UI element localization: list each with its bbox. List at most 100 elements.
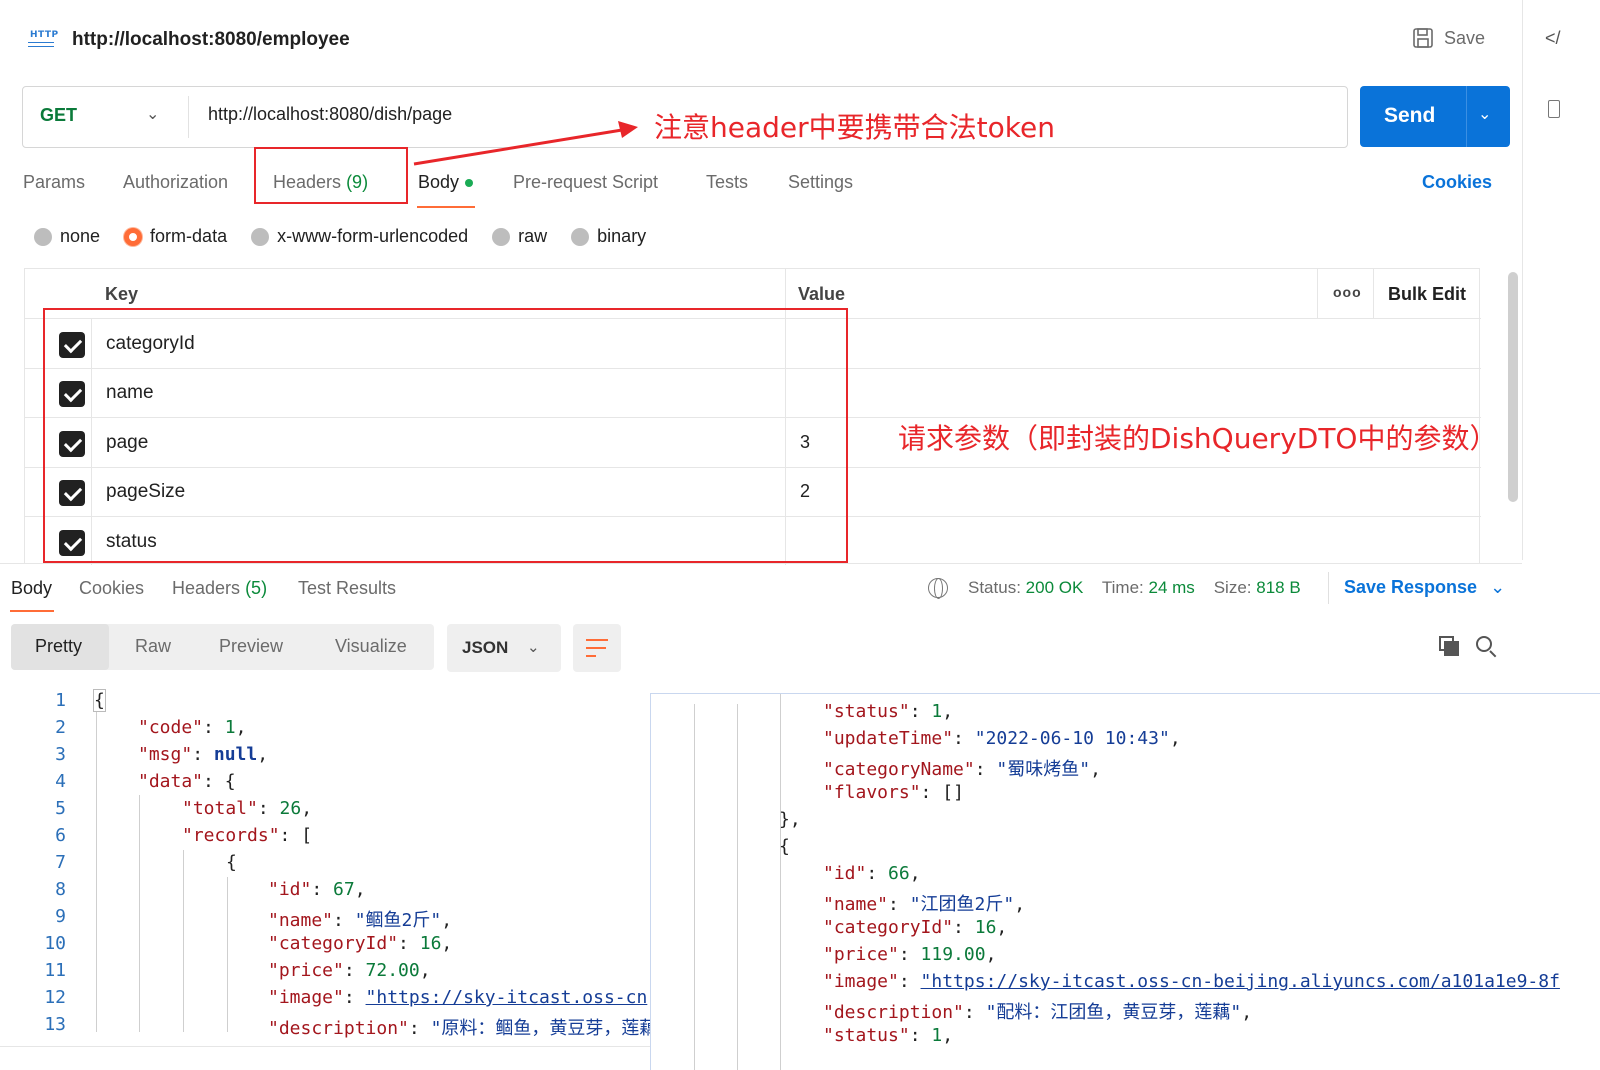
- view-pretty[interactable]: Pretty: [35, 636, 82, 657]
- documentation-icon[interactable]: [1548, 100, 1560, 118]
- url-separator: [188, 96, 189, 138]
- line-number: 12: [44, 987, 66, 1008]
- radio-form-data[interactable]: form-data: [124, 226, 227, 247]
- tab-authorization[interactable]: Authorization: [123, 172, 228, 193]
- size-value[interactable]: 818 B: [1256, 578, 1300, 597]
- wrap-lines-icon[interactable]: [573, 624, 621, 672]
- line-number: 3: [55, 744, 66, 765]
- code-line: "updateTime": "2022-06-10 10:43",: [823, 728, 1181, 749]
- response-divider: [0, 563, 1522, 564]
- code-line: "price": 119.00,: [823, 944, 997, 965]
- chevron-down-icon[interactable]: ⌄: [146, 104, 159, 124]
- save-icon: [1413, 28, 1433, 48]
- right-rail-divider: [1522, 0, 1523, 560]
- more-options-icon[interactable]: ooo: [1333, 284, 1362, 300]
- line-number: 13: [44, 1014, 66, 1035]
- line-number: 4: [55, 771, 66, 792]
- resp-tab-headers-label: Headers: [172, 578, 241, 598]
- code-line: "name": "江团鱼2斤",: [823, 894, 1026, 915]
- save-response-button[interactable]: Save Response ⌄: [1344, 577, 1505, 598]
- view-raw[interactable]: Raw: [135, 636, 171, 657]
- view-preview[interactable]: Preview: [219, 636, 283, 657]
- search-icon[interactable]: [1476, 636, 1497, 658]
- code-line: {: [226, 852, 237, 873]
- code-line: "description": "配料：江团鱼，黄豆芽，莲藕",: [823, 1002, 1253, 1023]
- value-column-header: Value: [798, 284, 846, 304]
- line-number: 9: [55, 906, 66, 927]
- view-visualize[interactable]: Visualize: [335, 636, 407, 657]
- save-button[interactable]: Save: [1412, 27, 1485, 49]
- code-line: "categoryId": 16,: [823, 917, 1008, 938]
- radio-label: none: [60, 226, 101, 246]
- image-link[interactable]: "https://sky-itcast.oss-cn-beijing.aliyu…: [921, 971, 1560, 992]
- radio-binary[interactable]: binary: [571, 226, 646, 247]
- radio-raw[interactable]: raw: [492, 226, 547, 247]
- code-line: "msg": null,: [138, 744, 269, 765]
- send-button[interactable]: Send ⌄: [1360, 86, 1510, 147]
- copy-icon[interactable]: [1439, 636, 1459, 656]
- response-status: Status: 200 OK Time: 24 ms Size: 818 B: [968, 578, 1301, 598]
- request-title[interactable]: http://localhost:8080/employee: [72, 29, 350, 51]
- status-value[interactable]: 200 OK: [1026, 578, 1084, 597]
- params-highlight-box: [43, 308, 848, 563]
- radio-label: x-www-form-urlencoded: [277, 226, 469, 246]
- annotation-arrow: [413, 121, 638, 166]
- resp-tab-cookies[interactable]: Cookies: [79, 578, 144, 599]
- status-separator: [1328, 572, 1329, 604]
- scrollbar[interactable]: [1508, 272, 1518, 502]
- code-line: "flavors": []: [823, 782, 964, 803]
- resp-tab-underline: [10, 610, 54, 612]
- resp-tab-test-results[interactable]: Test Results: [298, 578, 396, 599]
- radio-urlencoded[interactable]: x-www-form-urlencoded: [251, 226, 468, 247]
- code-line: {: [93, 689, 106, 712]
- tab-underline: [417, 206, 475, 208]
- resp-tab-headers[interactable]: Headers (5): [172, 578, 267, 599]
- headers-highlight-box: [254, 147, 408, 204]
- code-line: "status": 1,: [823, 701, 954, 722]
- body-type-radios: none form-data x-www-form-urlencoded raw…: [34, 226, 646, 247]
- code-line: "description": "原料：鲴鱼，黄豆芽，莲藕: [268, 1018, 658, 1039]
- status-label: Status:: [968, 578, 1021, 597]
- code-line: "id": 66,: [823, 863, 921, 884]
- tab-settings[interactable]: Settings: [788, 172, 853, 193]
- bulk-edit-button[interactable]: Bulk Edit: [1388, 284, 1466, 305]
- code-line: "categoryId": 16,: [268, 933, 453, 954]
- radio-label: raw: [518, 226, 548, 246]
- radio-none[interactable]: none: [34, 226, 100, 247]
- radio-dot: [34, 227, 52, 246]
- line-number: 5: [55, 798, 66, 819]
- code-line: },: [779, 809, 801, 830]
- send-label: Send: [1384, 104, 1436, 127]
- code-line: "data": {: [138, 771, 236, 792]
- bottom-divider: [0, 1046, 650, 1047]
- radio-dot: [571, 227, 590, 246]
- format-select[interactable]: JSON ⌄: [447, 624, 561, 672]
- radio-dot: [492, 227, 511, 246]
- code-line: "code": 1,: [138, 717, 247, 738]
- line-number: 2: [55, 717, 66, 738]
- line-number: 7: [55, 852, 66, 873]
- code-snippet-icon[interactable]: </: [1545, 28, 1561, 49]
- chevron-down-icon[interactable]: ⌄: [1478, 104, 1491, 124]
- response-continuation-panel: "status": 1, "updateTime": "2022-06-10 1…: [650, 693, 1600, 1070]
- globe-icon[interactable]: [928, 578, 948, 599]
- code-line: "status": 1,: [823, 1025, 954, 1046]
- image-link[interactable]: "https://sky-itcast.oss-cn: [366, 987, 648, 1008]
- code-line: "name": "鲴鱼2斤",: [268, 910, 453, 931]
- code-line: "price": 72.00,: [268, 960, 431, 981]
- time-value[interactable]: 24 ms: [1149, 578, 1195, 597]
- tab-body-label: Body: [418, 172, 460, 192]
- tab-body[interactable]: Body: [418, 172, 474, 193]
- tab-params[interactable]: Params: [23, 172, 85, 193]
- method-select[interactable]: GET: [40, 105, 77, 126]
- cookies-link[interactable]: Cookies: [1422, 172, 1492, 193]
- header-token-note: 注意header中要携带合法token: [654, 111, 1055, 144]
- tab-tests[interactable]: Tests: [706, 172, 748, 193]
- size-label: Size:: [1213, 578, 1252, 597]
- format-label: JSON: [462, 638, 509, 657]
- radio-label: form-data: [150, 226, 228, 246]
- resp-tab-body[interactable]: Body: [11, 578, 52, 599]
- http-icon: HTTP: [28, 28, 58, 50]
- tab-pre-request-script[interactable]: Pre-request Script: [513, 172, 658, 193]
- save-label: Save: [1444, 27, 1486, 48]
